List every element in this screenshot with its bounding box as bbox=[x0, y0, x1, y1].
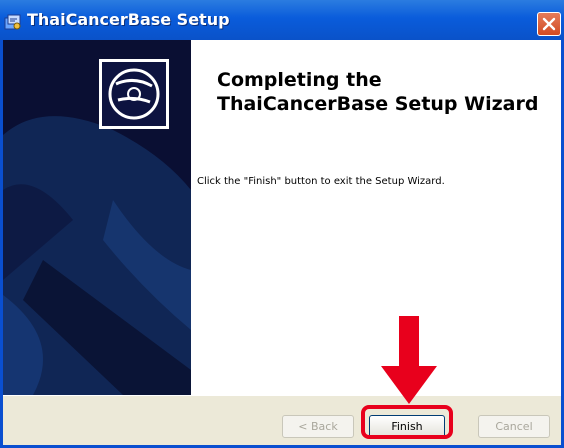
setup-wizard-window: ThaiCancerBase Setup Completing the Thai… bbox=[0, 0, 564, 448]
page-title-line-2: ThaiCancerBase Setup Wizard bbox=[217, 93, 539, 115]
cancel-button[interactable]: Cancel bbox=[478, 415, 550, 438]
window-title: ThaiCancerBase Setup bbox=[27, 10, 230, 29]
page-title-line-1: Completing the bbox=[217, 69, 382, 91]
wizard-content: Completing the ThaiCancerBase Setup Wiza… bbox=[191, 40, 561, 395]
close-icon bbox=[542, 17, 556, 31]
instruction-text: Click the "Finish" button to exit the Se… bbox=[197, 176, 445, 187]
cd-tile bbox=[99, 59, 169, 129]
setup-app-icon bbox=[4, 14, 21, 30]
title-bar[interactable]: ThaiCancerBase Setup bbox=[0, 0, 564, 40]
button-bar-divider bbox=[3, 395, 561, 396]
wizard-banner bbox=[3, 40, 191, 395]
finish-highlight-box bbox=[361, 405, 453, 439]
page-title: Completing the ThaiCancerBase Setup Wiza… bbox=[217, 68, 538, 116]
red-arrow-annotation bbox=[381, 316, 437, 404]
cd-disc-icon bbox=[108, 68, 160, 120]
back-button[interactable]: < Back bbox=[282, 415, 354, 438]
close-button[interactable] bbox=[537, 12, 561, 36]
